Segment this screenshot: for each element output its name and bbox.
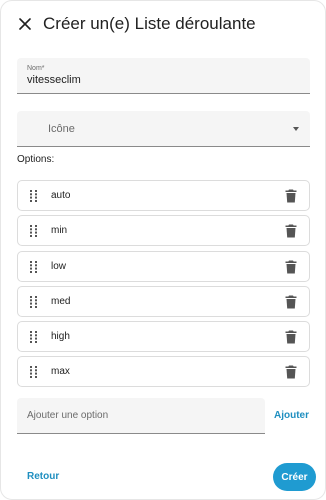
trash-icon[interactable] (285, 260, 297, 274)
trash-icon[interactable] (285, 365, 297, 379)
icon-picker-field[interactable]: Icône (17, 111, 310, 147)
dialog-title: Créer un(e) Liste déroulante (43, 14, 256, 33)
create-button[interactable]: Créer (273, 463, 316, 491)
drag-handle-icon[interactable] (29, 225, 39, 237)
trash-icon[interactable] (285, 224, 297, 238)
drag-handle-icon[interactable] (29, 190, 39, 202)
close-button[interactable] (15, 14, 35, 34)
option-label: high (51, 331, 70, 342)
close-icon (19, 18, 31, 30)
option-label: low (51, 261, 67, 272)
option-item[interactable]: med (17, 286, 310, 317)
option-item[interactable]: high (17, 321, 310, 352)
trash-icon[interactable] (285, 330, 297, 344)
option-label: min (51, 225, 68, 236)
drag-handle-icon[interactable] (29, 261, 39, 273)
icon-field-placeholder: Icône (48, 123, 75, 135)
option-item[interactable]: auto (17, 180, 310, 211)
create-dropdown-dialog: Créer un(e) Liste déroulante Nom* vitess… (0, 0, 326, 500)
dialog-header: Créer un(e) Liste déroulante (1, 1, 326, 49)
option-label: med (51, 296, 71, 307)
drag-handle-icon[interactable] (29, 331, 39, 343)
option-item[interactable]: min (17, 215, 310, 246)
name-field-value[interactable]: vitesseclim (27, 74, 81, 86)
option-item[interactable]: max (17, 356, 310, 387)
options-label: Options: (17, 154, 55, 165)
drag-handle-icon[interactable] (29, 296, 39, 308)
drag-handle-icon[interactable] (29, 366, 39, 378)
add-option-button[interactable]: Ajouter (274, 410, 309, 421)
back-button[interactable]: Retour (27, 471, 59, 482)
add-option-field[interactable] (17, 398, 265, 434)
trash-icon[interactable] (285, 189, 297, 203)
name-field-label: Nom* (27, 65, 45, 72)
option-label: auto (51, 190, 71, 201)
option-item[interactable]: low (17, 251, 310, 282)
name-field[interactable]: Nom* vitesseclim (17, 58, 310, 94)
option-label: max (51, 366, 70, 377)
trash-icon[interactable] (285, 295, 297, 309)
triangle-down-icon[interactable] (291, 125, 301, 133)
add-option-input[interactable] (27, 398, 257, 433)
